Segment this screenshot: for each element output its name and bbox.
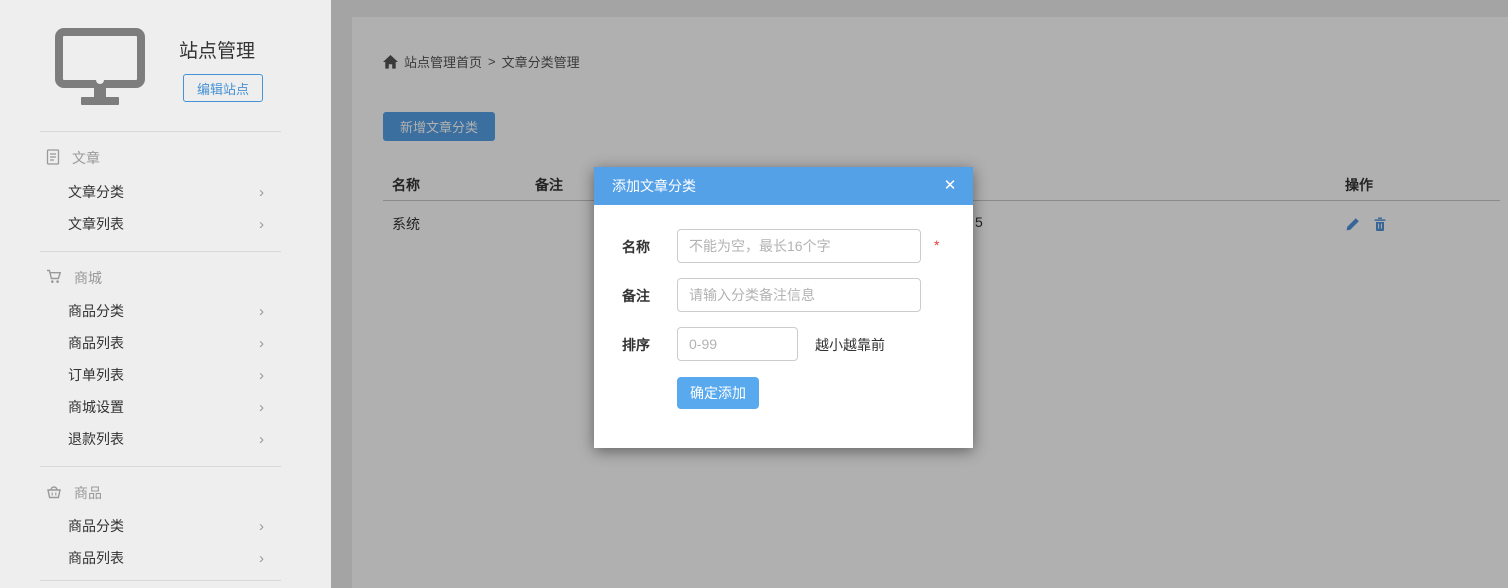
required-asterisk: * [934, 237, 939, 253]
sidebar-item-goods-category[interactable]: 商品分类 › [68, 301, 264, 321]
chevron-right-icon: › [259, 432, 264, 447]
sidebar-item-article-list[interactable]: 文章列表 › [68, 214, 264, 234]
sidebar-item-product-category[interactable]: 商品分类 › [68, 516, 264, 536]
sidebar-item-goods-list[interactable]: 商品列表 › [68, 333, 264, 353]
sidebar-item-mall-settings[interactable]: 商城设置 › [68, 397, 264, 417]
sidebar-item-label: 商品分类 [68, 301, 124, 321]
sort-field-label: 排序 [622, 335, 650, 355]
divider [40, 251, 281, 252]
sidebar: 站点管理 编辑站点 文章 文章分类 › 文章列表 › 商城 商品分类 › 商品列… [0, 0, 331, 588]
close-icon[interactable]: ✕ [941, 177, 959, 195]
chevron-right-icon: › [259, 551, 264, 566]
sidebar-item-label: 文章分类 [68, 182, 124, 202]
page-title: 站点管理 [179, 36, 255, 63]
confirm-add-button[interactable]: 确定添加 [677, 377, 759, 409]
sidebar-item-label: 订单列表 [68, 365, 124, 385]
sidebar-item-article-category[interactable]: 文章分类 › [68, 182, 264, 202]
basket-icon [46, 484, 62, 502]
modal-title: 添加文章分类 [612, 176, 696, 196]
cart-icon [46, 269, 62, 287]
monitor-icon [55, 28, 145, 111]
name-field-label: 名称 [622, 237, 650, 257]
sort-hint: 越小越靠前 [815, 335, 885, 355]
chevron-right-icon: › [259, 304, 264, 319]
chevron-right-icon: › [259, 400, 264, 415]
chevron-right-icon: › [259, 336, 264, 351]
article-icon [46, 149, 60, 168]
sidebar-item-label: 商品列表 [68, 333, 124, 353]
name-field[interactable] [677, 229, 921, 263]
divider [40, 580, 281, 581]
sidebar-item-label: 退款列表 [68, 429, 124, 449]
sidebar-item-refund-list[interactable]: 退款列表 › [68, 429, 264, 449]
sidebar-section-label: 商品 [74, 483, 102, 503]
note-field-label: 备注 [622, 286, 650, 306]
sidebar-item-label: 商品列表 [68, 548, 124, 568]
chevron-right-icon: › [259, 519, 264, 534]
sidebar-item-order-list[interactable]: 订单列表 › [68, 365, 264, 385]
sidebar-item-product-list[interactable]: 商品列表 › [68, 548, 264, 568]
sort-field[interactable] [677, 327, 798, 361]
sidebar-item-label: 商城设置 [68, 397, 124, 417]
sidebar-item-label: 文章列表 [68, 214, 124, 234]
add-article-category-modal: 添加文章分类 ✕ 名称 * 备注 排序 越小越靠前 确定添加 [594, 167, 973, 448]
sidebar-section-article: 文章 [46, 148, 100, 168]
note-field[interactable] [677, 278, 921, 312]
chevron-right-icon: › [259, 368, 264, 383]
sidebar-section-product: 商品 [46, 483, 102, 503]
divider [40, 466, 281, 467]
chevron-right-icon: › [259, 185, 264, 200]
sidebar-section-label: 文章 [72, 148, 100, 168]
sidebar-section-mall: 商城 [46, 268, 102, 288]
sidebar-item-label: 商品分类 [68, 516, 124, 536]
sidebar-section-label: 商城 [74, 268, 102, 288]
edit-site-button[interactable]: 编辑站点 [183, 74, 263, 102]
divider [40, 131, 281, 132]
modal-header: 添加文章分类 ✕ [594, 167, 973, 205]
chevron-right-icon: › [259, 217, 264, 232]
